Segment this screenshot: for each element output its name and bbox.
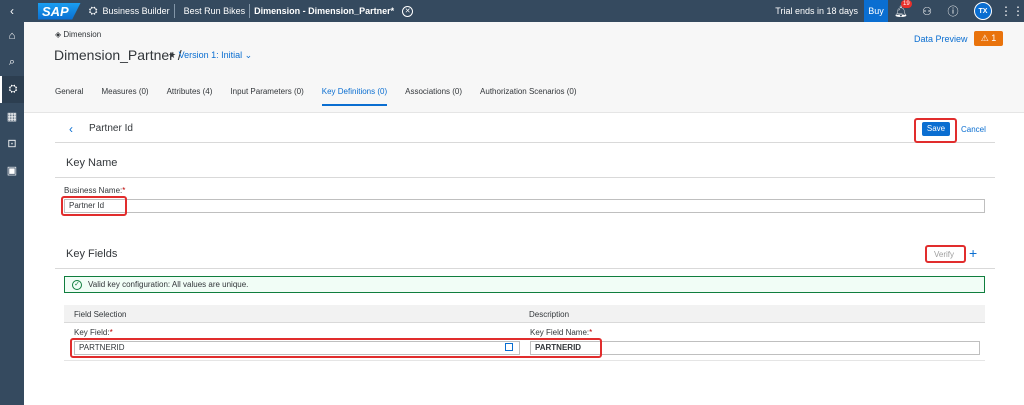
avatar[interactable]: TX <box>974 2 992 20</box>
tab-input-parameters[interactable]: Input Parameters (0) <box>230 87 303 106</box>
success-message-text: Valid key configuration: All values are … <box>88 280 249 289</box>
data-builder-icon[interactable]: ⌕ <box>0 49 24 76</box>
help-icon[interactable]: ⓘ <box>940 0 966 22</box>
tab-associations[interactable]: Associations (0) <box>405 87 462 106</box>
space-name[interactable]: Best Run Bikes <box>184 6 246 16</box>
highlight-box <box>925 245 966 263</box>
tab-attributes[interactable]: Attributes (4) <box>167 87 213 106</box>
key-fields-table-header: Field Selection Description <box>64 305 985 323</box>
tab-bar: General Measures (0) Attributes (4) Inpu… <box>55 87 595 106</box>
column-header-description: Description <box>529 310 570 319</box>
chevron-left-icon[interactable]: ‹ <box>69 122 73 136</box>
key-field-name-label: Key Field Name:* <box>530 328 593 337</box>
business-name-label: Business Name:* <box>64 186 126 195</box>
detail-title: Partner Id <box>89 123 133 134</box>
warning-icon: ⚠ <box>980 33 989 43</box>
object-type-label: ◈ Dimension <box>55 30 102 39</box>
add-key-field-icon[interactable]: + <box>969 245 977 261</box>
highlight-box <box>61 196 127 216</box>
success-message: ✓ Valid key configuration: All values ar… <box>64 276 985 293</box>
key-name-section-title: Key Name <box>66 157 118 169</box>
feedback-icon[interactable]: ⚇ <box>914 0 940 22</box>
product-switch-icon[interactable]: ⋮⋮ <box>1000 4 1024 18</box>
cancel-button[interactable]: Cancel <box>961 125 986 134</box>
business-builder-nav-icon[interactable]: ⛭ <box>0 76 24 103</box>
business-builder-icon: ⛭ <box>88 4 98 17</box>
divider <box>55 177 995 178</box>
key-field-label: Key Field:* <box>74 328 113 337</box>
tab-key-definitions[interactable]: Key Definitions (0) <box>321 87 388 106</box>
shell-bar: ‹ SAP ⛭ Business Builder Best Run Bikes … <box>0 0 1024 22</box>
tab-authorization-scenarios[interactable]: Authorization Scenarios (0) <box>480 87 577 106</box>
chevron-down-icon: ⌄ <box>244 50 253 60</box>
check-circle-icon: ✓ <box>72 279 82 290</box>
column-header-field-selection: Field Selection <box>74 310 127 319</box>
connections-icon[interactable]: ▦ <box>0 103 24 130</box>
security-icon[interactable]: ⊡ <box>0 130 24 157</box>
row-divider <box>64 360 985 361</box>
business-name-input[interactable]: Partner Id <box>64 199 985 213</box>
detail-subheader: ‹ Partner Id <box>55 115 995 143</box>
trial-text: Trial ends in 18 days <box>775 6 858 16</box>
object-header: ◈ Dimension Dimension_Partner / ★ Versio… <box>24 22 1024 113</box>
home-icon[interactable]: ⌂ <box>0 22 24 49</box>
tab-general[interactable]: General <box>55 87 83 106</box>
warning-button[interactable]: ⚠ 1 <box>974 31 1003 46</box>
close-icon[interactable]: ✕ <box>402 5 414 17</box>
tab-measures[interactable]: Measures (0) <box>101 87 148 106</box>
star-icon: ★ <box>168 50 177 60</box>
notifications-bell-icon[interactable]: 🔔︎ 19 <box>888 0 914 22</box>
data-preview-link[interactable]: Data Preview <box>914 34 968 44</box>
back-icon[interactable]: ‹ <box>0 0 24 22</box>
sap-logo: SAP <box>38 2 81 20</box>
notification-badge: 19 <box>901 0 912 8</box>
buy-button[interactable]: Buy <box>864 0 888 22</box>
divider <box>249 4 251 18</box>
object-name: Dimension_Partner / <box>54 47 182 63</box>
highlight-box <box>914 118 957 143</box>
version-selector[interactable]: ★ Version 1: Initial ⌄ <box>168 50 252 61</box>
side-navigation: ⌂ ⌕ ⛭ ▦ ⊡ ▣ <box>0 22 24 405</box>
highlight-box <box>70 338 602 358</box>
app-name[interactable]: Business Builder <box>103 6 170 16</box>
key-fields-section-title: Key Fields <box>66 248 118 260</box>
window-title: Dimension - Dimension_Partner* <box>254 6 395 16</box>
divider <box>173 4 175 18</box>
monitor-icon[interactable]: ▣ <box>0 157 24 184</box>
divider <box>55 268 995 269</box>
